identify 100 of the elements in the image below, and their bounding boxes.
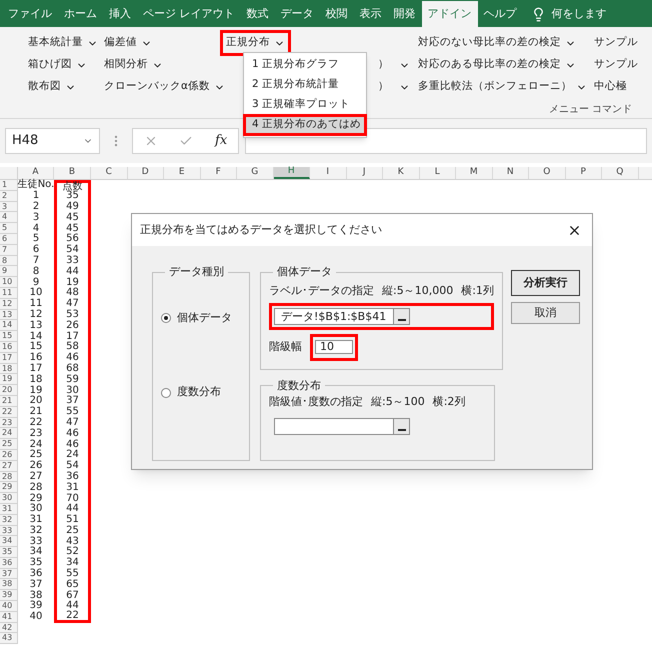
row-header[interactable]: 42 xyxy=(0,622,18,634)
row-header[interactable]: 14 xyxy=(0,320,18,332)
ribbon-tab[interactable]: ホーム xyxy=(58,1,103,27)
ribbon-menu-button[interactable]: サンプル xyxy=(594,54,638,76)
row-header[interactable]: 25 xyxy=(0,439,18,450)
ribbon-tab[interactable]: ファイル xyxy=(2,1,58,27)
row-header[interactable]: 21 xyxy=(0,396,18,407)
dialog-button[interactable]: 取消 xyxy=(511,302,580,324)
row-header[interactable]: 1 xyxy=(0,180,18,191)
ribbon-tab[interactable]: 校閲 xyxy=(320,1,354,27)
row-header[interactable]: 20 xyxy=(0,385,18,396)
row-header[interactable]: 5 xyxy=(0,223,18,234)
row-header[interactable]: 4 xyxy=(0,212,18,224)
row-header[interactable]: 2 xyxy=(0,190,18,202)
row-header[interactable]: 35 xyxy=(0,547,18,558)
row-header[interactable]: 18 xyxy=(0,364,18,374)
ribbon-menu-button[interactable]: 基本統計量 xyxy=(24,32,102,54)
column-header[interactable]: J xyxy=(346,167,383,179)
column-header[interactable]: O xyxy=(529,167,566,179)
ribbon-tab[interactable]: ページ レイアウト xyxy=(137,1,240,27)
ribbon-menu-button[interactable]: 正規分布 xyxy=(222,32,289,54)
column-header[interactable]: K xyxy=(383,167,420,179)
class-width-field[interactable]: 10 xyxy=(315,340,353,354)
range-field[interactable]: データ!$B$1:$B$41 xyxy=(274,308,394,325)
radio-option[interactable]: 度数分布 xyxy=(161,384,241,401)
ribbon-menu-button[interactable]: 中心極 xyxy=(594,76,627,98)
ribbon-menu-button[interactable]: 対応のある母比率の差の検定 xyxy=(414,54,580,76)
menu-item[interactable]: 2 正規分布統計量 xyxy=(244,75,366,95)
column-header[interactable]: L xyxy=(420,167,456,179)
menu-item[interactable]: 4 正規分布のあてはめ xyxy=(244,115,366,135)
ribbon-menu-button[interactable]: 箱ひげ図 xyxy=(24,54,91,76)
ribbon-tab[interactable]: ヘルプ xyxy=(478,1,522,27)
row-header[interactable]: 19 xyxy=(0,374,18,386)
ribbon-menu-button[interactable]: 偏差値 xyxy=(100,32,156,54)
row-header[interactable]: 11 xyxy=(0,288,18,299)
name-box[interactable]: H48 xyxy=(5,128,100,154)
column-header[interactable]: M xyxy=(456,167,492,179)
ribbon-menu-button[interactable]: 相関分析 xyxy=(100,54,167,76)
row-header[interactable]: 33 xyxy=(0,526,18,536)
ribbon-menu-button[interactable]: ） xyxy=(376,54,412,76)
column-header[interactable]: C xyxy=(91,167,128,179)
column-header[interactable]: P xyxy=(566,167,602,179)
ribbon-menu-button[interactable]: ） xyxy=(376,76,412,98)
ribbon-menu-button[interactable]: サンプル xyxy=(594,32,638,54)
row-header[interactable]: 40 xyxy=(0,601,18,612)
ribbon-tab[interactable]: アドイン xyxy=(422,1,478,27)
column-header[interactable]: Q xyxy=(602,167,638,179)
row-header[interactable]: 23 xyxy=(0,418,18,428)
row-header[interactable]: 38 xyxy=(0,579,18,590)
row-header[interactable]: 29 xyxy=(0,482,18,494)
column-header[interactable]: E xyxy=(164,167,200,179)
dialog-button[interactable]: 分析実行 xyxy=(511,270,580,296)
ribbon-menu-button[interactable]: 対応のない母比率の差の検定 xyxy=(414,32,580,54)
column-header[interactable]: N xyxy=(492,167,529,179)
row-header[interactable]: 31 xyxy=(0,504,18,515)
column-header[interactable]: F xyxy=(200,167,237,179)
menu-item[interactable]: 1 正規分布グラフ xyxy=(244,55,366,75)
row-header[interactable]: 30 xyxy=(0,493,18,504)
ribbon-tab[interactable]: 表示 xyxy=(354,1,388,27)
collapse-button[interactable] xyxy=(394,308,410,325)
range-field[interactable] xyxy=(274,418,394,434)
row-header[interactable]: 27 xyxy=(0,460,18,472)
column-header[interactable]: D xyxy=(128,167,164,179)
row-header[interactable]: 10 xyxy=(0,277,18,288)
ribbon-tab[interactable]: 開発 xyxy=(388,1,422,27)
menu-item[interactable]: 3 正規確率プロット xyxy=(244,95,366,115)
row-header[interactable]: 12 xyxy=(0,298,18,310)
ribbon-menu-button[interactable]: 散布図 xyxy=(24,76,80,98)
row-header[interactable]: 28 xyxy=(0,472,18,482)
collapse-button[interactable] xyxy=(394,418,410,434)
radio-option[interactable]: 個体データ xyxy=(161,310,241,326)
ribbon-tab[interactable]: データ xyxy=(274,1,320,27)
row-header[interactable]: 43 xyxy=(0,633,18,644)
row-header[interactable]: 6 xyxy=(0,234,18,245)
row-header[interactable]: 41 xyxy=(0,612,18,623)
ribbon-menu-button[interactable]: 多重比較法（ボンフェローニ） xyxy=(414,76,591,98)
row-header[interactable]: 3 xyxy=(0,202,18,212)
row-header[interactable]: 24 xyxy=(0,428,18,440)
row-header[interactable]: 16 xyxy=(0,342,18,353)
row-header[interactable]: 7 xyxy=(0,244,18,256)
row-header[interactable]: 8 xyxy=(0,256,18,266)
ribbon-tab[interactable]: 挿入 xyxy=(103,1,137,27)
row-header[interactable]: 22 xyxy=(0,406,18,418)
column-header[interactable]: H xyxy=(274,167,310,179)
column-header[interactable]: A xyxy=(18,167,54,179)
tell-me-button[interactable]: 何をします xyxy=(552,6,606,22)
column-header[interactable]: I xyxy=(310,167,346,179)
row-header[interactable]: 9 xyxy=(0,266,18,278)
row-header[interactable]: 26 xyxy=(0,450,18,461)
row-header[interactable]: 36 xyxy=(0,558,18,569)
ribbon-tab[interactable]: 数式 xyxy=(240,1,274,27)
row-header[interactable]: 37 xyxy=(0,568,18,580)
insert-function-button[interactable]: fx xyxy=(215,131,228,151)
row-header[interactable]: 17 xyxy=(0,352,18,364)
row-header[interactable]: 32 xyxy=(0,514,18,526)
row-header[interactable]: 39 xyxy=(0,590,18,602)
row-header[interactable]: 34 xyxy=(0,536,18,548)
row-header[interactable]: 15 xyxy=(0,331,18,342)
ribbon-menu-button[interactable]: クローンバックα係数 xyxy=(100,76,229,98)
column-header[interactable]: B xyxy=(54,167,91,179)
